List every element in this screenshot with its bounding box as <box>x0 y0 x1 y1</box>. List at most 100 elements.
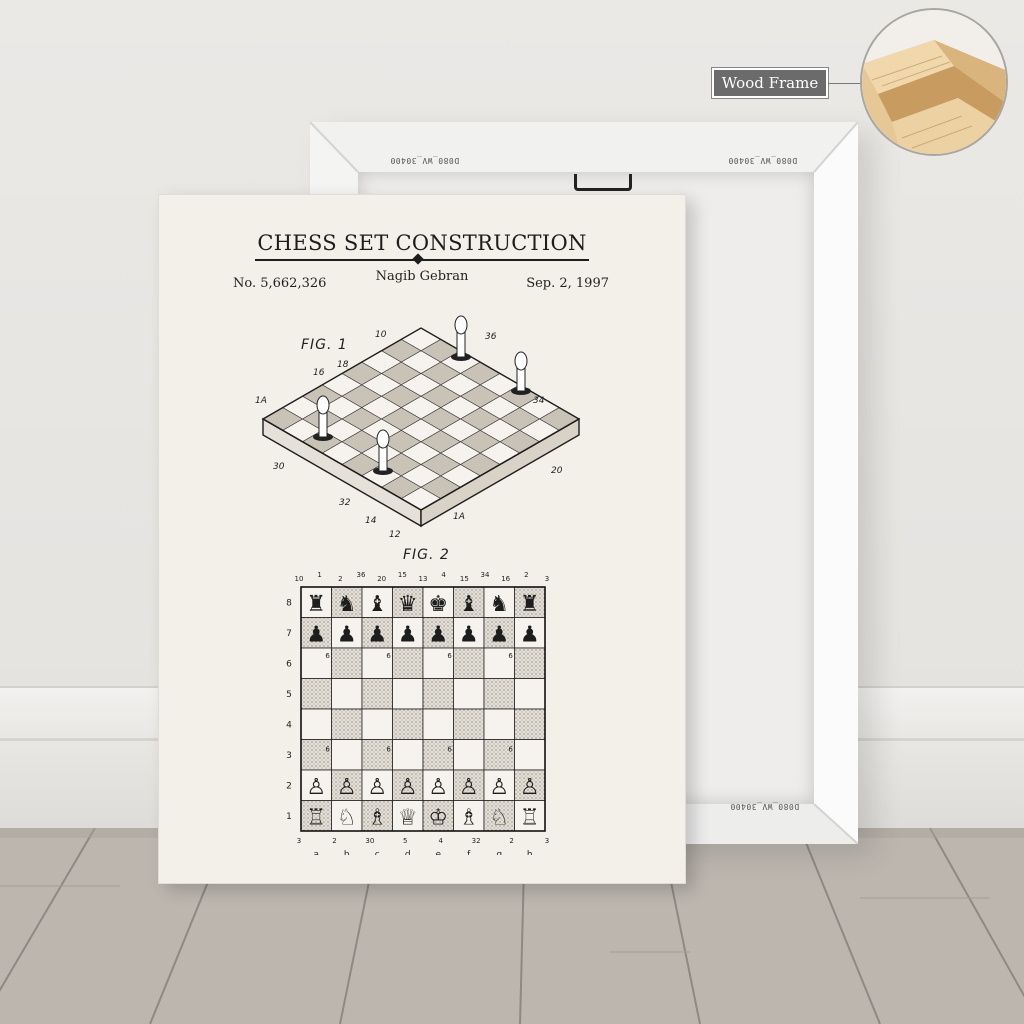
fig2-rank-label: 5 <box>286 690 292 700</box>
fig2-square <box>422 678 454 710</box>
fig2-chess-piece: ♙ <box>337 775 357 800</box>
fig1-isometric-board: 10 36 18 16 34 1A 30 20 32 14 12 1A <box>255 315 581 540</box>
fig2-file-label: h <box>527 850 533 855</box>
fig2-chess-piece: ♙ <box>489 775 509 800</box>
fig2-pawn-callout: 6 <box>508 652 513 660</box>
fig2-square <box>514 708 546 740</box>
fig2-callout: 3 <box>545 837 549 845</box>
fig2-chess-piece: ♝ <box>367 592 387 617</box>
title-underline <box>255 253 589 265</box>
fig2-chess-piece: ♞ <box>337 592 357 617</box>
fig2-square <box>300 678 332 710</box>
fig2-square <box>331 647 363 679</box>
fig2-chess-piece: ♙ <box>367 775 387 800</box>
fig2-callout: 10 <box>295 575 304 583</box>
fig2-board-diagram: ♜ ♞ ♝ ♛ ♚ ♝ ♞ ♜♟ ♟ ♟ ♟ ♟ ♟ ♟ ♟♙ ♙ ♙ ♙ ♙ ♙ ♙ ♙♖ ♘ ♗ ♕ ♔ ♗ ♘ ♖ 8765432… <box>286 571 550 855</box>
patent-date: Sep. 2, 1997 <box>526 276 609 291</box>
fig2-top-callouts: 10 1 2 36 20 15 13 4 15 34 16 2 3 <box>295 571 550 583</box>
fig2-square <box>300 739 332 771</box>
fig1-callout: 14 <box>365 516 377 526</box>
fig2-callout: 2 <box>332 837 336 845</box>
fig2-file-label: d <box>405 850 411 855</box>
fig2-callout: 15 <box>398 571 407 579</box>
fig2-square <box>514 739 546 771</box>
patent-number: No. 5,662,326 <box>233 276 327 291</box>
fig2-chess-piece: ♘ <box>337 805 357 830</box>
fig2-callout: 2 <box>338 575 342 583</box>
fig2-file-labels: a b c d e f g h <box>313 850 532 855</box>
fig1-callout: 1A <box>453 512 465 522</box>
fig2-callout: 36 <box>357 571 366 579</box>
fig2-chess-piece: ♙ <box>306 775 326 800</box>
fig2-file-label: b <box>344 850 350 855</box>
frame-stamp: D080_WV_30400 <box>390 156 460 165</box>
frame-stamp: D080_WV_30400 <box>728 156 798 165</box>
fig2-square <box>331 708 363 740</box>
fig2-chess-piece: ♔ <box>428 805 448 830</box>
fig1-bishop <box>511 351 531 395</box>
fig2-callout: 4 <box>441 571 446 579</box>
fig2-callout: 15 <box>460 575 469 583</box>
fig1-callout: 12 <box>389 530 401 540</box>
fig2-callout: 5 <box>403 837 407 845</box>
fig2-square <box>331 739 363 771</box>
fig2-label: FIG. 2 <box>403 547 450 563</box>
wood-frame-badge: Wood Frame <box>712 68 828 98</box>
fig2-square <box>331 678 363 710</box>
fig2-chess-piece: ♙ <box>520 775 540 800</box>
fig1-callout: 34 <box>533 396 545 406</box>
fig1-callout: 18 <box>337 360 349 370</box>
fig2-pawn-callout: 6 <box>386 652 391 660</box>
fig2-pawn-callout: 6 <box>447 652 452 660</box>
patent-poster: CHESS SET CONSTRUCTION Nagib Gebran No. … <box>158 194 686 884</box>
fig2-callout: 4 <box>438 837 443 845</box>
fig2-chess-piece: ♖ <box>520 805 540 830</box>
fig2-chess-piece: ♜ <box>520 592 540 617</box>
poster-title: CHESS SET CONSTRUCTION <box>257 231 587 255</box>
badge-connector-line <box>828 83 862 84</box>
wood-frame-closeup <box>860 8 1008 156</box>
fig1-callout: 36 <box>485 332 497 342</box>
fig2-callout: 2 <box>509 837 513 845</box>
fig2-callout: 2 <box>524 571 528 579</box>
fig2-callout: 13 <box>419 575 428 583</box>
wood-corner-image <box>862 10 1006 154</box>
fig2-square <box>483 739 515 771</box>
fig2-square <box>422 708 454 740</box>
fig2-square <box>300 708 332 740</box>
fig1-bishop <box>451 315 471 361</box>
fig2-rank-label: 3 <box>286 751 292 761</box>
fig2-chess-piece: ♛ <box>398 592 418 617</box>
fig2-callout: 3 <box>545 575 549 583</box>
fig2-chess-piece: ♟ <box>398 622 418 647</box>
fig2-rank-label: 2 <box>286 781 292 791</box>
fig2-chess-piece: ♝ <box>459 592 479 617</box>
fig2-square <box>422 739 454 771</box>
fig2-chess-piece: ♟ <box>428 622 448 647</box>
fig2-chess-piece: ♙ <box>459 775 479 800</box>
fig1-callout: 10 <box>375 330 387 340</box>
fig2-callout: 32 <box>472 837 481 845</box>
fig2-rank-label: 4 <box>286 720 292 730</box>
fig2-rank-label: 8 <box>286 598 292 608</box>
fig2-chess-piece: ♙ <box>428 775 448 800</box>
fig2-square <box>453 708 485 740</box>
fig2-chess-piece: ♟ <box>459 622 479 647</box>
fig2-file-label: c <box>375 850 380 855</box>
fig2-pawn-callout: 6 <box>325 746 330 754</box>
fig2-square <box>453 647 485 679</box>
fig2-callout: 34 <box>481 571 490 579</box>
fig2-square <box>392 678 424 710</box>
fig2-callout: 3 <box>297 837 301 845</box>
fig2-chess-piece: ♙ <box>398 775 418 800</box>
fig2-chess-piece: ♕ <box>398 805 418 830</box>
fig2-chess-piece: ♟ <box>489 622 509 647</box>
fig2-pawn-callout: 6 <box>325 652 330 660</box>
fig2-pawn-callout: 6 <box>386 746 391 754</box>
fig2-square <box>453 678 485 710</box>
fig2-chess-piece: ♟ <box>306 622 326 647</box>
fig2-square <box>361 708 393 740</box>
fig1-callout: 20 <box>551 466 563 476</box>
fig2-callout: 16 <box>501 575 510 583</box>
fig2-callout: 20 <box>377 575 386 583</box>
